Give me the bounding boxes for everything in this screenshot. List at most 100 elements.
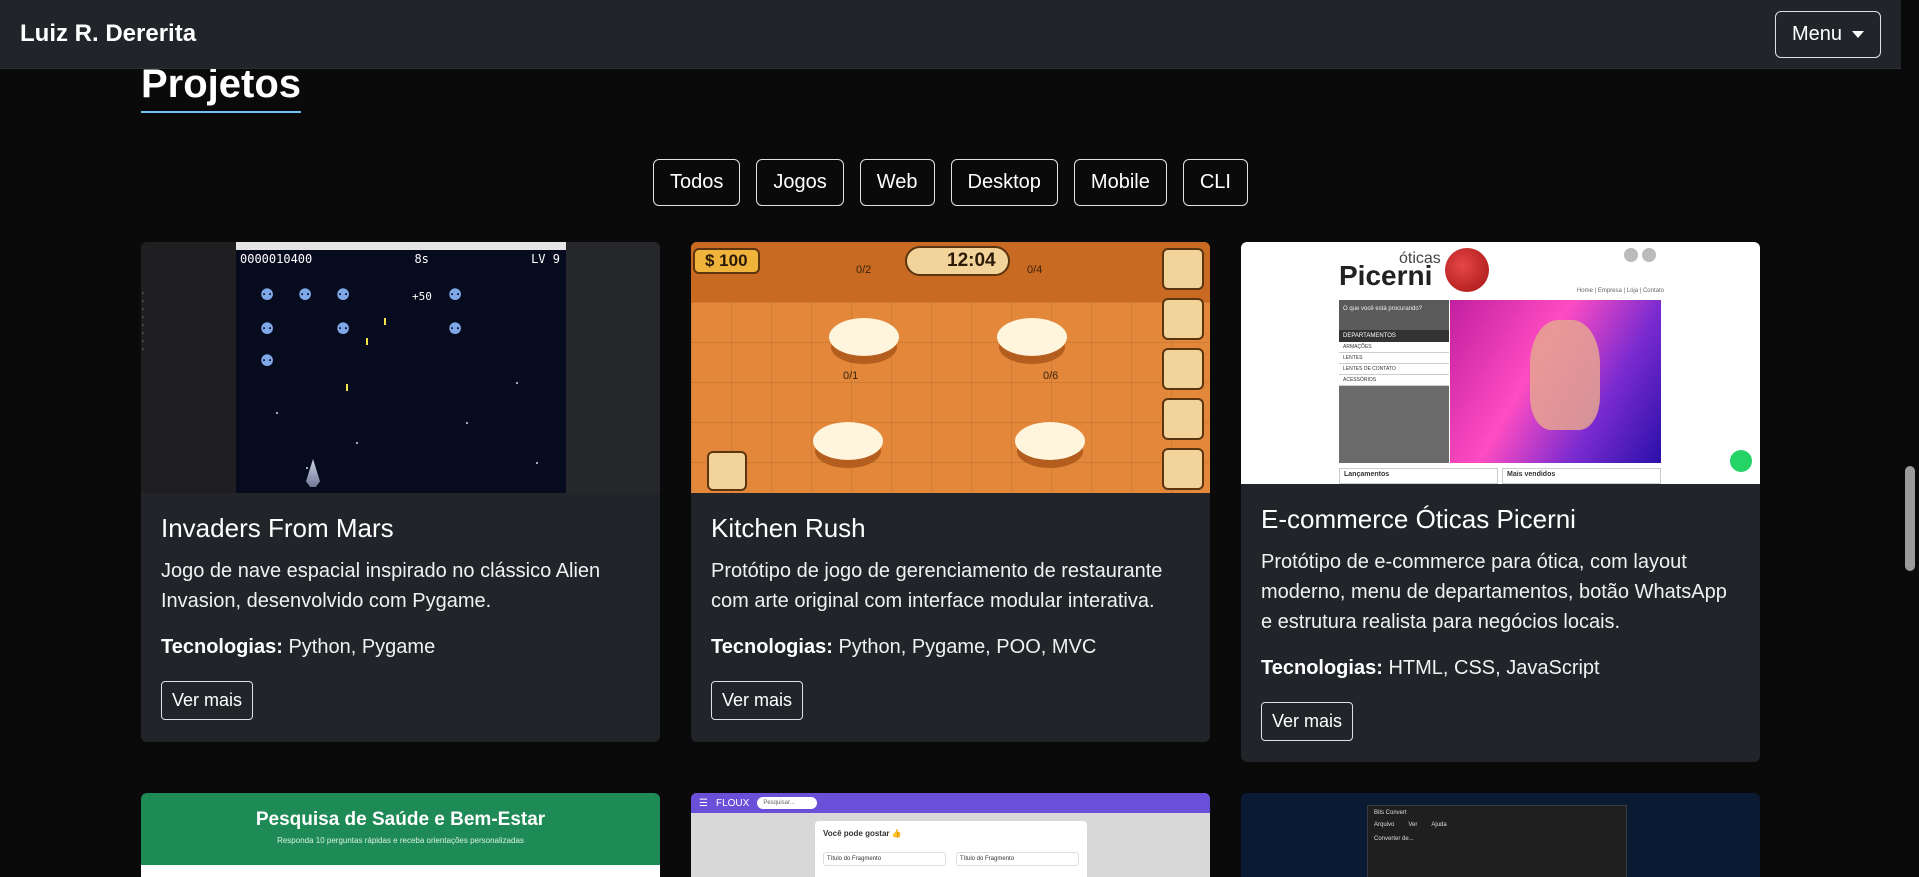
project-card-health: Pesquisa de Saúde e Bem-Estar Responda 1… (141, 793, 660, 877)
kitchen-floor (691, 302, 1210, 493)
table-label: 0/6 (1043, 370, 1059, 382)
table (1015, 422, 1085, 460)
project-tech: Tecnologias: Python, Pygame, POO, MVC (711, 636, 1190, 659)
departments-header: DEPARTAMENTOS (1339, 330, 1449, 342)
project-description: Protótipo de jogo de gerenciamento de re… (711, 560, 1163, 612)
project-description: Protótipo de e-commerce para ótica, com … (1261, 551, 1727, 633)
whatsapp-icon (1730, 450, 1752, 472)
filter-mobile[interactable]: Mobile (1073, 159, 1167, 206)
project-card: › › › › › › › › 0000010400 8s LV 9 ⚉ ⚉ ⚉ ⚉ ⚉ ⚉ … (141, 242, 660, 742)
project-title: Kitchen Rush (711, 513, 866, 543)
tech-list: Python, Pygame, POO, MVC (838, 636, 1097, 658)
level-value: LV 9 (531, 252, 560, 266)
money-counter: $ 100 (693, 248, 760, 274)
section-title: Projetos (141, 62, 302, 113)
app-menu-item: Ver (1408, 822, 1418, 828)
floux-topbar: ☰ FLOUX Pesquisar... (691, 793, 1210, 813)
filter-todos[interactable]: Todos (653, 159, 741, 206)
hero-photo (1450, 300, 1661, 463)
app-menu-item: Arquivo (1374, 822, 1395, 828)
page-scrollbar[interactable] (1901, 0, 1919, 877)
health-subtitle: Responda 10 perguntas rápidas e receba o… (277, 836, 524, 845)
search-box: O que você está procurando? (1339, 300, 1449, 330)
bonus-label: +50 (412, 290, 432, 303)
tech-list: HTML, CSS, JavaScript (1388, 657, 1600, 679)
tech-label: Tecnologias: (161, 636, 283, 658)
app-menu: Arquivo Ver Ajuda (1374, 822, 1620, 828)
hamburger-icon: ☰ (699, 797, 708, 809)
floux-item: Título do Fragmento (823, 852, 946, 866)
floux-brand: FLOUX (715, 797, 750, 809)
project-title: Invaders From Mars (161, 513, 394, 543)
editor-panel (566, 242, 660, 493)
table (997, 318, 1067, 356)
project-tech: Tecnologias: Python, Pygame (161, 636, 640, 659)
logo-globe-icon (1445, 248, 1489, 292)
site-nav: Home | Empresa | Loja | Contato (1576, 288, 1664, 294)
calendar-icon[interactable] (707, 451, 747, 491)
star (466, 422, 468, 424)
filter-web[interactable]: Web (859, 159, 935, 206)
tech-label: Tecnologias: (1261, 657, 1383, 679)
alien-icon: ⚉ (447, 321, 463, 338)
app-label: Converter de... (1374, 836, 1414, 842)
caret-down-icon (1852, 30, 1864, 38)
project-image-kitchen: $ 100 12:04 0/2 0/4 0/1 0/6 (691, 242, 1210, 493)
floux-search: Pesquisar... (757, 797, 818, 809)
game-hud: 0000010400 8s LV 9 (240, 252, 560, 266)
filter-cli[interactable]: CLI (1182, 159, 1248, 206)
navbar: Luiz R. Dererita Menu (0, 0, 1901, 69)
filter-jogos[interactable]: Jogos (756, 159, 844, 206)
department-sidebar: O que você está procurando? DEPARTAMENTO… (1339, 300, 1449, 463)
project-card: $ 100 12:04 0/2 0/4 0/1 0/6 Kitchen Rush… (691, 242, 1210, 742)
customers-icon[interactable] (1162, 348, 1204, 390)
section-mais-vendidos: Mais vendidos (1502, 468, 1661, 484)
table (813, 422, 883, 460)
app-title: Bits Convert (1374, 810, 1407, 816)
action-sidebar (1162, 248, 1204, 490)
department-item: ARMAÇÕES (1339, 342, 1449, 353)
score-value: 0000010400 (240, 252, 313, 266)
star (516, 382, 518, 384)
alien-icon: ⚉ (259, 353, 275, 370)
editor-sidebar: › › › › › › › › (141, 242, 236, 493)
window-titlebar (236, 242, 566, 250)
chef-icon[interactable] (1162, 298, 1204, 340)
project-description: Jogo de nave espacial inspirado no cláss… (161, 560, 601, 612)
project-tech: Tecnologias: HTML, CSS, JavaScript (1261, 657, 1740, 680)
scrollbar-thumb[interactable] (1905, 466, 1915, 571)
timer-value: 8s (414, 252, 429, 266)
hero-figure (1530, 320, 1600, 430)
app-window: Bits Convert Arquivo Ver Ajuda Converter… (1367, 805, 1627, 877)
section-lancamentos: Lançamentos (1339, 468, 1498, 484)
alien-icon: ⚉ (259, 287, 275, 304)
basket-icon[interactable] (1162, 448, 1204, 490)
player-ship-icon (306, 459, 320, 487)
menu-button-label: Menu (1791, 22, 1842, 45)
utensils-icon[interactable] (1162, 398, 1204, 440)
alien-icon: ⚉ (335, 321, 351, 338)
ver-mais-button[interactable]: Ver mais (161, 681, 254, 720)
table-label: 0/1 (843, 370, 859, 382)
alien-icon: ⚉ (297, 287, 313, 304)
project-card: óticas Picerni Home | Empresa | Loja | C… (1241, 242, 1760, 762)
bullet (366, 338, 368, 345)
project-image-invaders: › › › › › › › › 0000010400 8s LV 9 ⚉ ⚉ ⚉ ⚉ ⚉ ⚉ … (141, 242, 660, 493)
department-item: LENTES DE CONTATO (1339, 364, 1449, 375)
project-card-desktop: Bits Convert Arquivo Ver Ajuda Converter… (1241, 793, 1760, 877)
health-title: Pesquisa de Saúde e Bem-Estar (255, 809, 546, 830)
brand-name[interactable]: Luiz R. Dererita (20, 20, 196, 48)
table-label: 0/2 (856, 264, 872, 276)
product-sections: Lançamentos Mais vendidos (1339, 468, 1661, 484)
logo-text: Picerni (1339, 260, 1433, 291)
star (276, 412, 278, 414)
bullet (346, 384, 348, 391)
ver-mais-button[interactable]: Ver mais (1261, 702, 1354, 741)
table (829, 318, 899, 356)
waiter-icon[interactable] (1162, 248, 1204, 290)
star (536, 462, 538, 464)
menu-button[interactable]: Menu (1774, 10, 1881, 58)
ver-mais-button[interactable]: Ver mais (711, 681, 804, 720)
filter-desktop[interactable]: Desktop (950, 159, 1058, 206)
tech-label: Tecnologias: (711, 636, 833, 658)
